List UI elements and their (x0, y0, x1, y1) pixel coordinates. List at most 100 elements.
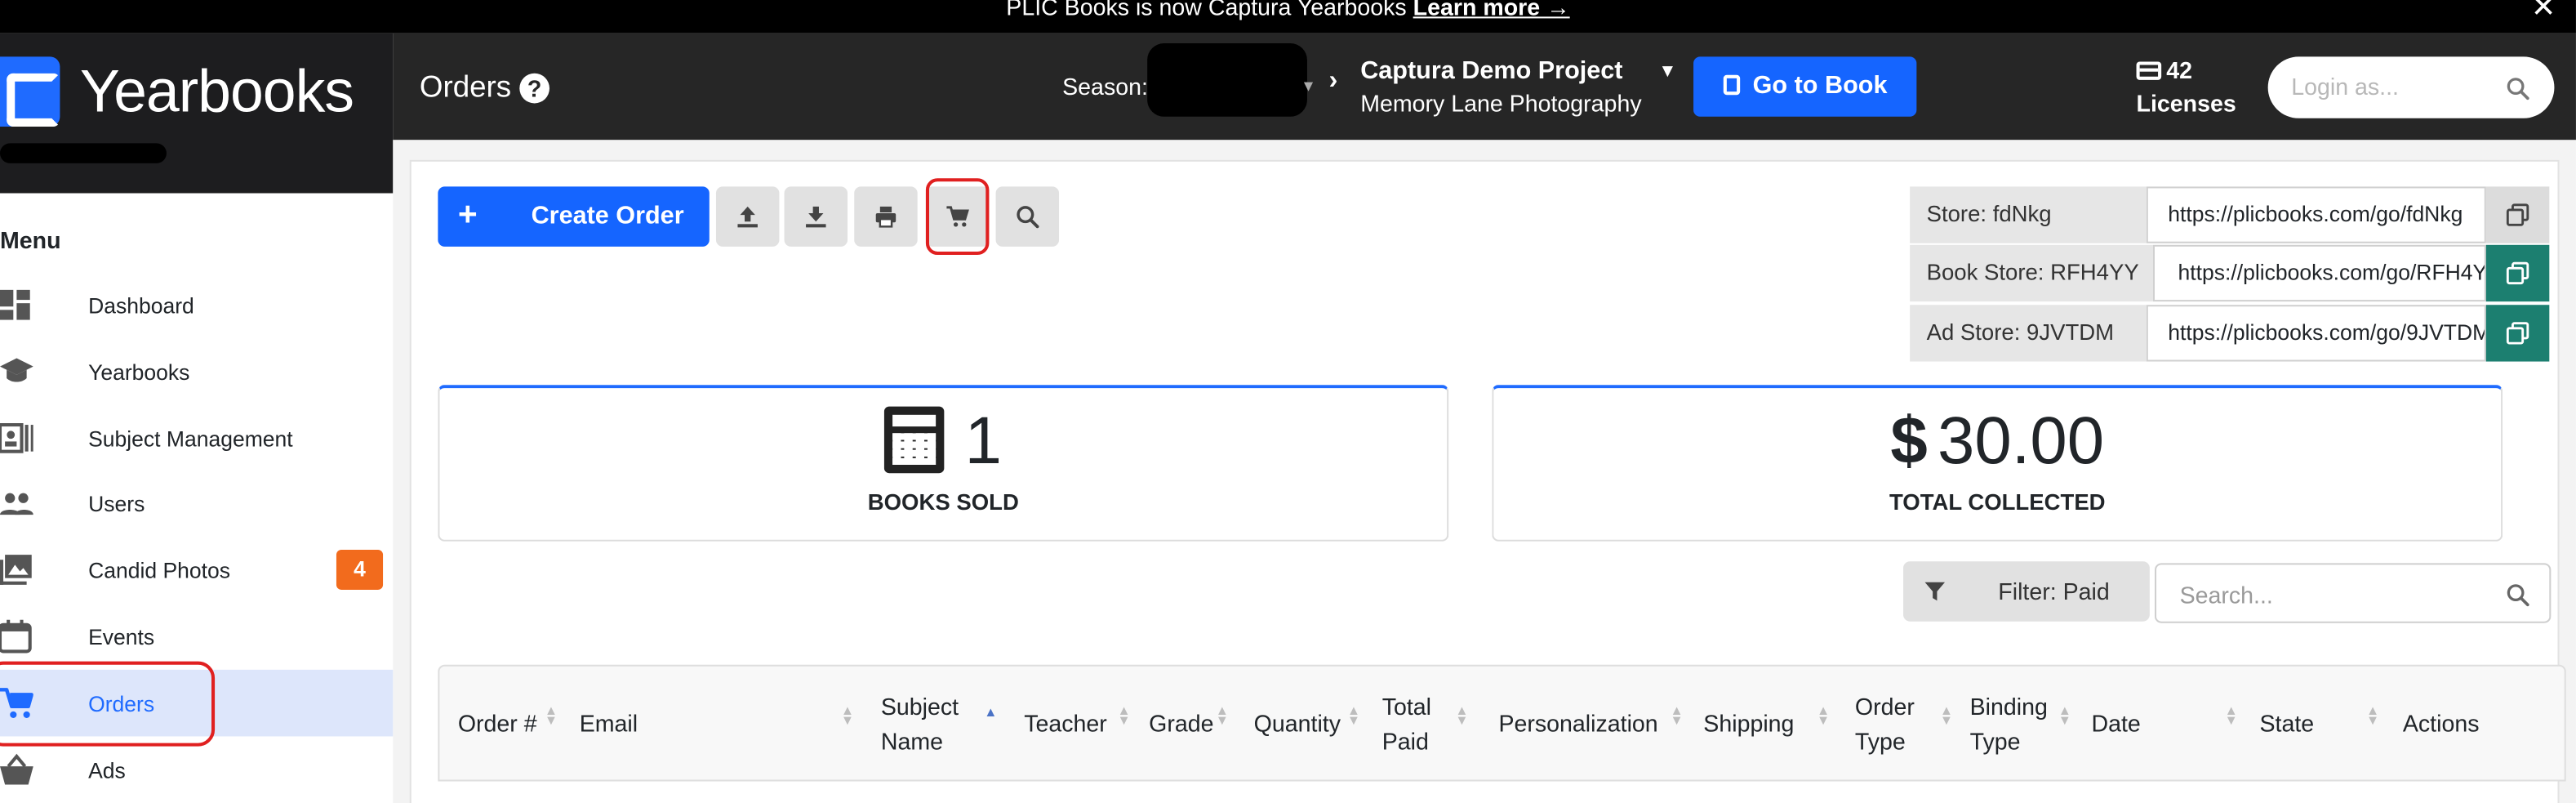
help-icon[interactable]: ? (519, 73, 550, 104)
sidebar-item-users[interactable]: Users (0, 470, 393, 537)
book-icon (1722, 74, 1740, 96)
project-chevron-down-icon[interactable]: ▼ (1658, 61, 1676, 81)
sort-icon[interactable]: ▲ ▼ (1216, 704, 1229, 728)
banner-close-icon[interactable]: ✕ (2531, 0, 2556, 22)
sidebar-item-candid-photos[interactable]: Candid Photos 4 (0, 537, 393, 604)
sort-icon[interactable]: ▲ ▼ (1455, 704, 1468, 728)
sort-icon[interactable]: ▲ ▼ (2366, 704, 2379, 728)
sidebar-item-events[interactable]: Events (0, 603, 393, 670)
filter-paid-button[interactable]: Filter: Paid (1903, 561, 2150, 622)
graduation-cap-icon (0, 358, 33, 382)
sort-icon[interactable]: ▲ ▼ (841, 704, 854, 728)
search-icon[interactable] (2506, 77, 2529, 100)
column-header-label: Quantity (1253, 709, 1341, 737)
season-chevron-down-icon[interactable]: ▾ (1304, 75, 1313, 96)
calculator-icon (884, 406, 945, 474)
create-order-button[interactable]: + Create Order (438, 186, 710, 247)
books-sold-label: BOOKS SOLD (867, 489, 1019, 515)
copy-book-store-link-button[interactable] (2485, 244, 2550, 302)
sort-icon[interactable]: ▲ ▼ (1671, 704, 1684, 728)
menu-title: Menu (0, 226, 61, 253)
captura-logo-icon (0, 56, 60, 127)
filter-label: Filter: Paid (1998, 578, 2110, 605)
sort-icon[interactable]: ▲ ▼ (545, 704, 558, 728)
login-as-input[interactable] (2291, 69, 2500, 104)
sort-ascending-icon[interactable]: ▲ (984, 706, 997, 719)
credit-card-icon (2136, 61, 2162, 80)
column-header-subject-name[interactable]: Subject Name ▲ (881, 667, 1006, 780)
sidebar-item-subject-management[interactable]: Subject Management (0, 405, 393, 472)
search-orders-button[interactable] (995, 186, 1060, 247)
announcement-banner: PLIC Books is now Captura Yearbooks Lear… (0, 0, 2576, 33)
sidebar-item-label: Events (88, 624, 155, 650)
sort-icon[interactable]: ▲ ▼ (2058, 704, 2071, 728)
column-header-date[interactable]: Date ▲ ▼ (2091, 667, 2241, 780)
go-to-book-label: Go to Book (1752, 71, 1888, 100)
books-sold-value: 1 (964, 404, 1002, 479)
copy-icon (2506, 322, 2529, 345)
sidebar-item-yearbooks[interactable]: Yearbooks (0, 338, 393, 405)
orders-search-input[interactable] (2179, 578, 2497, 612)
search-icon (1017, 206, 1039, 229)
ad-store-url-field[interactable]: https://plicbooks.com/go/9JVTDM (2146, 305, 2486, 362)
copy-ad-store-link-button[interactable] (2485, 305, 2550, 362)
plus-icon: + (457, 196, 478, 234)
sidebar-item-ads[interactable]: Ads (0, 736, 393, 803)
upload-button[interactable] (715, 186, 780, 247)
column-header-quantity[interactable]: Quantity ▲ ▼ (1254, 667, 1368, 780)
cart-button-highlight-annotation (925, 178, 990, 256)
books-sold-value-row: 1 (439, 405, 1447, 480)
go-to-book-button[interactable]: Go to Book (1693, 56, 1917, 117)
column-header-shipping[interactable]: Shipping ▲ ▼ (1703, 667, 1836, 780)
search-icon[interactable] (2506, 583, 2529, 607)
photo-icon (0, 555, 32, 585)
sidebar: Menu Dashboard Yearbooks Subject Managem… (0, 193, 394, 803)
sort-icon[interactable]: ▲ ▼ (1940, 704, 1953, 728)
project-studio-name: Memory Lane Photography (1360, 90, 1642, 117)
sort-icon[interactable]: ▲ ▼ (1347, 704, 1360, 728)
redacted-account-name (0, 143, 167, 163)
column-header-label: Shipping (1703, 709, 1795, 737)
store-url-field[interactable]: https://plicbooks.com/go/fdNkg (2146, 186, 2486, 243)
copy-icon (2506, 203, 2529, 226)
column-header-order-number[interactable]: Order # ▲ ▼ (458, 667, 561, 780)
total-collected-value-row: $30.00 (1493, 405, 2501, 480)
column-header-state[interactable]: State ▲ ▼ (2259, 667, 2386, 780)
sidebar-item-label: Dashboard (88, 292, 194, 319)
sidebar-item-orders[interactable]: Orders (0, 661, 394, 747)
column-header-label: State (2259, 709, 2315, 737)
column-header-grade[interactable]: Grade ▲ ▼ (1149, 667, 1235, 780)
column-header-personalization[interactable]: Personalization ▲ ▼ (1498, 667, 1684, 780)
copy-store-link-button[interactable] (2485, 186, 2550, 243)
column-header-email[interactable]: Email ▲ ▼ (580, 667, 856, 780)
sidebar-item-label: Ads (88, 757, 126, 783)
book-store-url-field[interactable]: https://plicbooks.com/go/RFH4YY (2152, 244, 2486, 302)
season-select[interactable] (1147, 43, 1307, 117)
sidebar-item-dashboard[interactable]: Dashboard (0, 271, 393, 338)
column-header-label: Order Type (1854, 693, 1915, 755)
column-header-actions: Actions (2403, 667, 2536, 780)
sort-icon[interactable]: ▲ ▼ (1117, 704, 1130, 728)
print-button[interactable] (854, 186, 918, 247)
column-header-label: Subject Name (880, 693, 959, 755)
download-button[interactable] (784, 186, 848, 247)
filter-icon (1924, 582, 1946, 601)
calendar-icon (0, 619, 32, 654)
banner-learn-more-link[interactable]: Learn more → (1413, 0, 1570, 20)
dashboard-icon (0, 289, 30, 320)
column-header-total-paid[interactable]: Total Paid ▲ ▼ (1382, 667, 1482, 780)
logo-block[interactable]: Yearbooks (0, 33, 394, 194)
sort-icon[interactable]: ▲ ▼ (2225, 704, 2238, 728)
column-header-order-type[interactable]: Order Type ▲ ▼ (1855, 667, 1958, 780)
sidebar-item-label: Yearbooks (88, 359, 190, 386)
sort-icon[interactable]: ▲ ▼ (1817, 704, 1830, 728)
id-card-icon (0, 423, 33, 453)
download-icon (806, 206, 826, 228)
project-select[interactable]: Captura Demo Project (1360, 56, 1622, 85)
column-header-binding-type[interactable]: Binding Type ▲ ▼ (1970, 667, 2077, 780)
column-header-label: Order # (457, 709, 537, 737)
licenses-label: Licenses (2136, 90, 2236, 117)
column-header-teacher[interactable]: Teacher ▲ ▼ (1024, 667, 1137, 780)
books-sold-card: 1 BOOKS SOLD (438, 385, 1449, 542)
orders-search-box (2154, 563, 2552, 623)
